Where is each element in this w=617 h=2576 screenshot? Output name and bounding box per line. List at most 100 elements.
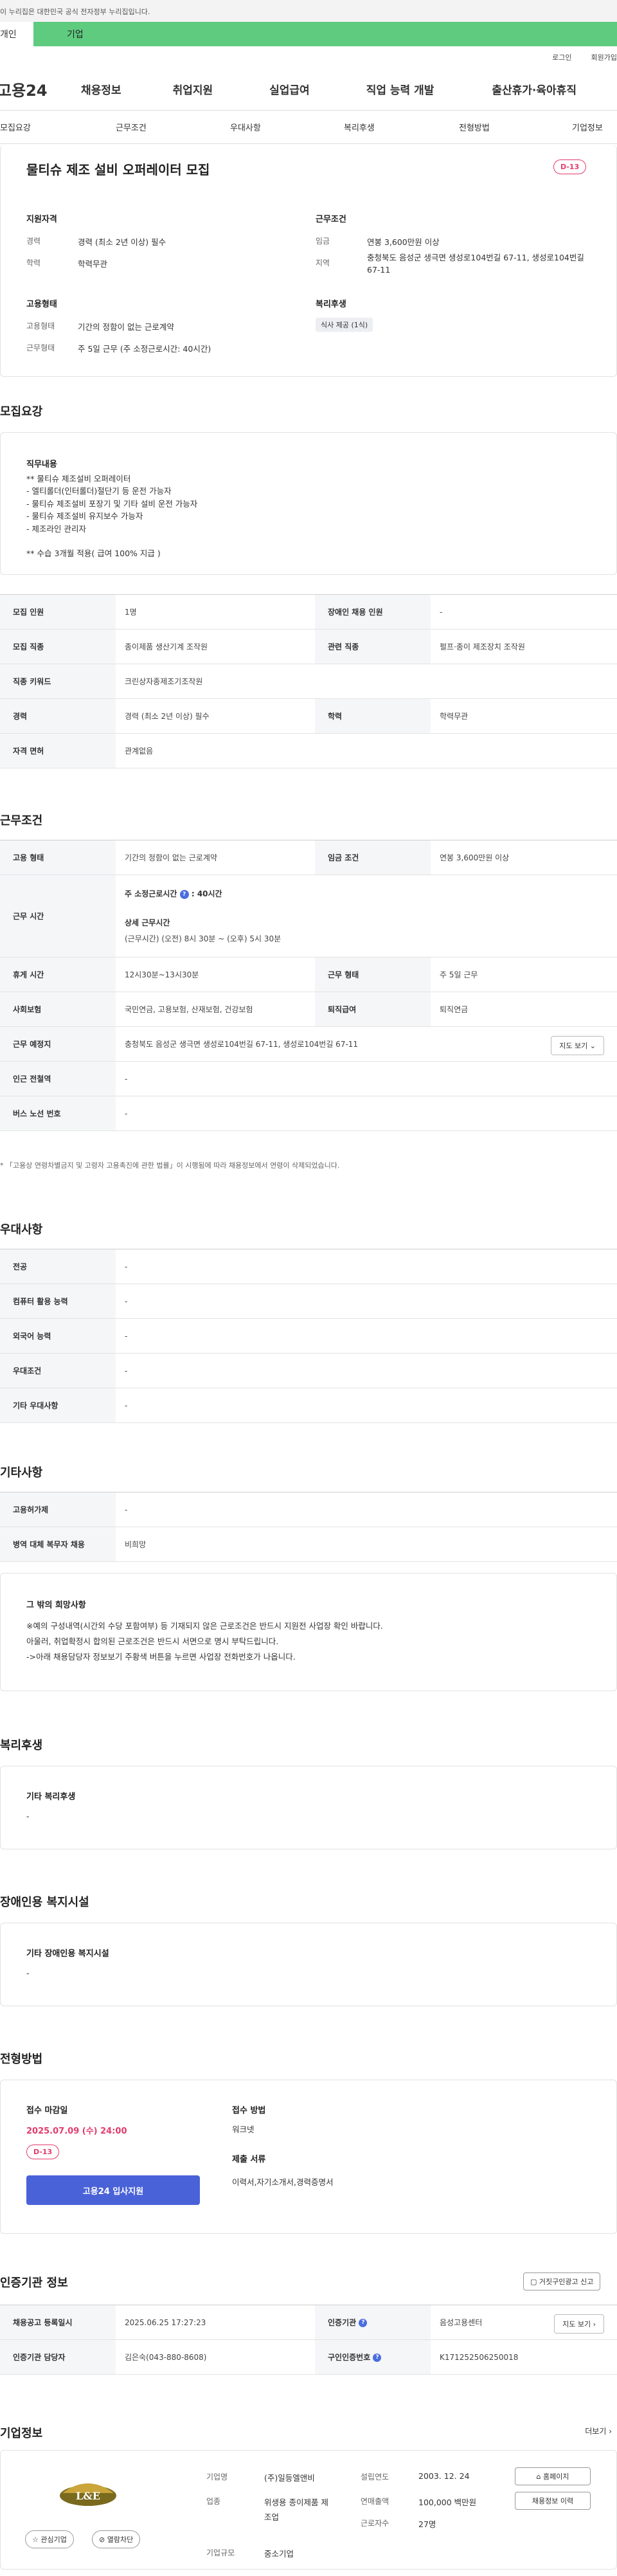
- cert-num-key-label: 구인인증번호: [328, 2353, 371, 2362]
- duty-box: 직무내용 ** 물티슈 제조설비 오퍼레이터 - 엘티롤더(인터롤더)절단기 등…: [0, 432, 617, 575]
- qual-heading: 지원자격: [26, 215, 57, 224]
- org-map-button[interactable]: 지도 보기 ›: [554, 2314, 604, 2334]
- docs-value: 이력서,자기소개서,경력증명서: [232, 2177, 334, 2187]
- report-fake-ad-button[interactable]: ▢ 거짓구인광고 신고: [523, 2272, 601, 2290]
- company-title: 기업정보: [0, 2427, 43, 2440]
- company-name-label: 기업명: [206, 2472, 228, 2481]
- gnb-menu: 채용정보 취업지원 실업급여 직업 능력 개발 출산휴가·육아휴직: [71, 81, 577, 97]
- welfare-box: 기타 복리후생 -: [0, 1766, 617, 1849]
- military-key: 병역 대체 복무자 채용: [0, 1527, 116, 1562]
- table-row: 모집 직종 종이제품 생산기계 조작원 관련 직종 펄프·종이 제조장치 조작원: [0, 629, 617, 664]
- table-row: 자격 면허 관계없음: [0, 733, 617, 768]
- report-fake-ad-label: 거짓구인광고 신고: [539, 2278, 594, 2286]
- home-icon: ⌂: [536, 2472, 541, 2481]
- tab-company[interactable]: 기업: [33, 22, 617, 46]
- permit-key: 고용허가제: [0, 1492, 116, 1527]
- sales-label: 연매출액: [361, 2497, 389, 2506]
- info-icon[interactable]: ?: [179, 889, 189, 899]
- major-value: -: [116, 1249, 617, 1284]
- worktype-value: 주 5일 근무 (주 소정근로시간: 40시간): [78, 344, 211, 354]
- size-label: 기업규모: [206, 2548, 235, 2557]
- subnav-recruit[interactable]: 모집요강: [0, 121, 31, 133]
- edu-value: 학력무관: [78, 259, 108, 269]
- disab-box: 기타 장애인용 복지시설 -: [0, 1923, 617, 2006]
- occupation-value: 종이제품 생산기계 조작원: [116, 629, 315, 664]
- cond-heading: 근무조건: [316, 215, 346, 224]
- table-row: 휴게 시간 12시30분~13시30분 근무 형태 주 5일 근무: [0, 957, 617, 992]
- size-value: 중소기업: [264, 2549, 294, 2559]
- info-icon[interactable]: ?: [373, 2354, 382, 2362]
- welfare-box-heading: 기타 복리후생: [26, 1792, 76, 1802]
- license-key: 자격 면허: [0, 733, 116, 768]
- wage-cond-value: 연봉 3,600만원 이상: [431, 840, 617, 875]
- subnav-selection[interactable]: 전형방법: [459, 121, 490, 133]
- homepage-button[interactable]: ⌂ 홈페이지: [515, 2467, 591, 2485]
- disabled-headcount-key: 장애인 채용 인원: [315, 594, 431, 630]
- favorite-label: 관심기업: [40, 2535, 67, 2544]
- table-row: 직종 키워드 크린상자종제조기조작원: [0, 664, 617, 699]
- keyword-value: 크린상자종제조기조작원: [116, 664, 617, 699]
- workcond-table: 고용 형태 기간의 정함이 없는 근로계약 임금 조건 연봉 3,600만원 이…: [0, 840, 617, 1131]
- company-more-label: 더보기: [585, 2427, 607, 2436]
- docs-heading: 제출 서류: [232, 2155, 266, 2164]
- company-name-value: (주)일등엘앤비: [264, 2473, 315, 2483]
- welfare-box-value: -: [26, 1811, 30, 1821]
- block-view-button[interactable]: ⊘ 열람차단: [92, 2530, 141, 2548]
- welfare-chip-wrap: 식사 제공 (1식): [316, 318, 373, 332]
- hours-main: 주 소정근로시간 ? : 40시간: [125, 888, 608, 899]
- emp-value: 기간의 정함이 없는 근로계약: [116, 840, 315, 875]
- table-row: 경력 경력 (최소 2년 이상) 필수 학력 학력무관: [0, 698, 617, 734]
- cert-title: 인증기관 정보: [0, 2276, 68, 2290]
- selection-dday-badge: D-13: [26, 2145, 60, 2159]
- company-more-link[interactable]: 더보기 ›: [585, 2426, 612, 2436]
- company-card: L&E ☆ 관심기업 ⊘ 열람차단 기업명 (주)일등엘앤비 업종 위생용 종이…: [0, 2450, 617, 2570]
- subnav-pref[interactable]: 우대사항: [230, 121, 261, 133]
- gnb-item-leave[interactable]: 출산휴가·육아휴직: [492, 81, 577, 97]
- job-history-button[interactable]: 채용정보 이력: [515, 2492, 591, 2510]
- wish-heading: 그 밖의 희망사항: [26, 1601, 86, 1610]
- info-icon[interactable]: ?: [359, 2319, 368, 2327]
- wish-box: 그 밖의 희망사항 ※예의 구성내역(시간외 수당 포함여부) 등 기재되지 않…: [0, 1573, 617, 1691]
- occupation-key: 모집 직종: [0, 629, 116, 664]
- career-label: 경력: [26, 237, 41, 246]
- computer-key: 컴퓨터 활용 능력: [0, 1283, 116, 1319]
- login-link[interactable]: 로그인: [552, 52, 571, 62]
- table-row: 근무 예정지 충청북도 음성군 생극면 생성로104번길 67-11, 생성로1…: [0, 1026, 617, 1062]
- gnb-item-training[interactable]: 직업 능력 개발: [366, 81, 434, 97]
- site-logo[interactable]: 고용24: [0, 78, 71, 100]
- place-value: 충청북도 음성군 생극면 생성로104번길 67-11, 생성로104번길 67…: [125, 1040, 359, 1049]
- subnav-welfare[interactable]: 복리후생: [344, 121, 375, 133]
- computer-value: -: [116, 1283, 617, 1319]
- permit-value: -: [116, 1492, 617, 1527]
- welfare-heading: 복리후생: [316, 300, 346, 309]
- bus-key: 버스 노선 번호: [0, 1096, 116, 1131]
- gnb-item-support[interactable]: 취업지원: [173, 81, 213, 97]
- severance-key: 퇴직급여: [315, 992, 431, 1027]
- subnav-company[interactable]: 기업정보: [572, 121, 603, 133]
- disab-title: 장애인용 복지시설: [0, 1896, 89, 1909]
- map-button[interactable]: 지도 보기 ⌄: [551, 1036, 604, 1055]
- org-key: 인증기관 ?: [315, 2305, 431, 2340]
- duty-text: ** 물티슈 제조설비 오퍼레이터 - 엘티롤더(인터롤더)절단기 등 운전 가…: [26, 474, 198, 559]
- gnb-item-benefit[interactable]: 실업급여: [269, 81, 310, 97]
- manager-key: 인증기관 담당자: [0, 2339, 116, 2375]
- table-row: 버스 노선 번호 -: [0, 1096, 617, 1131]
- favorite-company-button[interactable]: ☆ 관심기업: [25, 2530, 74, 2548]
- subnav-workcond[interactable]: 근무조건: [116, 121, 147, 133]
- gnb-item-jobs[interactable]: 채용정보: [81, 81, 121, 97]
- headcount-key: 모집 인원: [0, 594, 116, 630]
- place-cell: 충청북도 음성군 생극면 생성로104번길 67-11, 생성로104번길 67…: [116, 1026, 617, 1062]
- signup-link[interactable]: 회원가입: [591, 52, 617, 62]
- table-row: 기타 우대사항 -: [0, 1388, 617, 1423]
- duty-heading: 직무내용: [26, 460, 57, 469]
- block-label: 열람차단: [107, 2535, 134, 2544]
- wish-text: ※예의 구성내역(시간외 수당 포함여부) 등 기재되지 않은 근로조건은 반드…: [26, 1621, 383, 1662]
- wage-cond-key: 임금 조건: [315, 840, 431, 875]
- tab-personal[interactable]: 개인: [0, 22, 33, 46]
- apply-button[interactable]: 고용24 입사지원: [26, 2175, 200, 2205]
- place-key: 근무 예정지: [0, 1026, 116, 1062]
- area-value: 충청북도 음성군 생극면 생성로104번길 67-11, 생성로104번길 67…: [367, 253, 584, 275]
- recruit-table: 모집 인원 1명 장애인 채용 인원 - 모집 직종 종이제품 생산기계 조작원…: [0, 594, 617, 768]
- wage-value: 연봉 3,600만원 이상: [367, 237, 440, 247]
- deadline-heading: 접수 마감일: [26, 2106, 68, 2116]
